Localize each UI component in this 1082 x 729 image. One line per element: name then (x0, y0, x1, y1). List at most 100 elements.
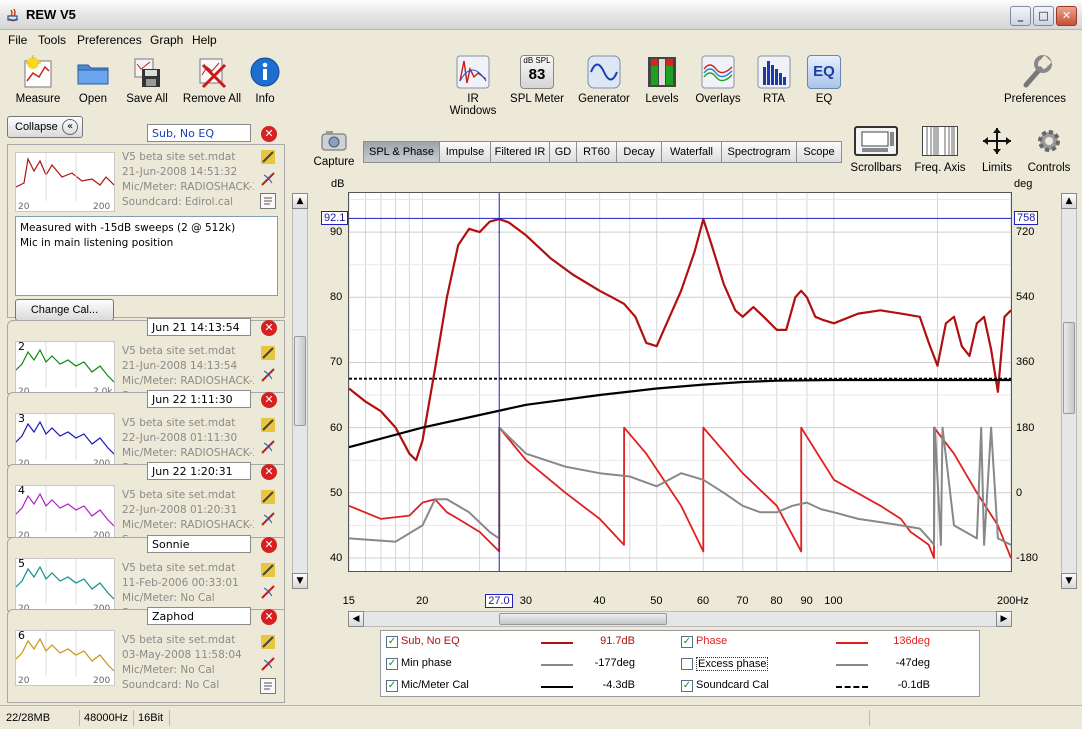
measurement-2-pencil-icon[interactable] (260, 367, 276, 383)
folder-icon (76, 55, 110, 89)
levels-button[interactable]: Levels (640, 55, 684, 105)
measurement-2-remove-icon[interactable]: ✕ (261, 320, 277, 336)
measurement-5-pencil-icon[interactable] (260, 584, 276, 600)
measurement-4-name-field[interactable]: Jun 22 1:20:31 (147, 462, 251, 480)
measurement-5-name-field[interactable]: Sonnie (147, 535, 251, 553)
menu-file[interactable]: File (8, 33, 27, 47)
legend-mic-meter-cal-checkbox[interactable]: ✓ (386, 680, 398, 692)
legend-soundcard-cal-name[interactable]: Soundcard Cal (696, 679, 769, 691)
tab-impulse[interactable]: Impulse (439, 141, 491, 163)
measurement-4-pencil-icon[interactable] (260, 511, 276, 527)
scrollbars-button[interactable]: Scrollbars (848, 126, 904, 174)
measurements-scroll-down[interactable]: ▼ (292, 573, 308, 589)
tab-gd[interactable]: GD (549, 141, 577, 163)
measurement-2-name-field[interactable]: Jun 21 14:13:54 (147, 318, 251, 336)
measurement-1-name-field[interactable]: Sub, No EQ (147, 124, 251, 142)
graph-scroll-left[interactable]: ◀ (348, 611, 364, 627)
measurements-scroll-up[interactable]: ▲ (292, 193, 308, 209)
legend-phase-checkbox[interactable]: ✓ (681, 636, 693, 648)
generator-button[interactable]: Generator (576, 55, 632, 105)
graph-vscroll-thumb[interactable] (1063, 322, 1075, 414)
rta-button[interactable]: RTA (755, 55, 793, 105)
menu-tools[interactable]: Tools (38, 33, 66, 47)
measurement-5-remove-icon[interactable]: ✕ (261, 537, 277, 553)
measurement-3-remove-icon[interactable]: ✕ (261, 392, 277, 408)
measurement-1-pencil-icon[interactable] (260, 171, 276, 187)
gear-icon (1034, 126, 1064, 156)
legend-min-phase-name[interactable]: Min phase (401, 657, 452, 669)
ir-windows-button[interactable]: IR Windows (444, 55, 502, 117)
measurement-3-color-icon[interactable] (260, 417, 276, 433)
measurement-1-panel[interactable]: Sub, No EQ ✕ 20 200 V5 beta site set.mda… (7, 124, 285, 321)
close-window-button[interactable]: ✕ (1056, 6, 1077, 26)
tab-filtered-ir[interactable]: Filtered IR (490, 141, 550, 163)
graph-scroll-up[interactable]: ▲ (1061, 193, 1077, 209)
measurement-5-panel[interactable]: Sonnie ✕ 520200 V5 beta site set.mdat 11-Feb… (7, 535, 285, 619)
measurement-6-notes-icon[interactable] (260, 678, 276, 694)
measurements-scrollbar[interactable]: ▲ ▼ (292, 193, 308, 589)
spl-meter-button[interactable]: dB SPL 83 SPL Meter (510, 55, 564, 105)
open-button[interactable]: Open (72, 55, 114, 105)
save-all-button[interactable]: Save All (124, 55, 170, 105)
maximize-button[interactable]: □ (1033, 6, 1054, 26)
legend-sub-no-eq-name[interactable]: Sub, No EQ (401, 635, 460, 647)
measurement-6-panel[interactable]: Zaphod ✕ 6 20 200 V5 beta site set.mdat 03-May… (7, 607, 285, 703)
menu-preferences[interactable]: Preferences (77, 33, 142, 47)
eq-button[interactable]: EQ EQ (806, 55, 842, 105)
remove-all-button[interactable]: Remove All (182, 55, 242, 105)
measurement-4-color-icon[interactable] (260, 489, 276, 505)
overlays-button[interactable]: Overlays (694, 55, 742, 105)
measurement-2-panel[interactable]: Jun 21 14:13:54 ✕ 2202.0k V5 beta site set.… (7, 318, 285, 402)
measurement-3-pencil-icon[interactable] (260, 439, 276, 455)
legend-sub-no-eq-checkbox[interactable]: ✓ (386, 636, 398, 648)
graph-scroll-down[interactable]: ▼ (1061, 573, 1077, 589)
change-cal-button[interactable]: Change Cal... (15, 299, 114, 321)
controls-button[interactable]: Controls (1024, 126, 1074, 174)
legend-soundcard-cal-checkbox[interactable]: ✓ (681, 680, 693, 692)
tab-scope[interactable]: Scope (796, 141, 842, 163)
status-memory: 22/28MB (2, 710, 80, 726)
collapse-button[interactable]: Collapse « (7, 116, 83, 138)
info-button[interactable]: Info (248, 55, 282, 105)
legend-phase-name[interactable]: Phase (696, 635, 727, 647)
tab-waterfall[interactable]: Waterfall (661, 141, 722, 163)
freq-axis-button[interactable]: Freq. Axis (912, 126, 968, 174)
measurement-3-name-field[interactable]: Jun 22 1:11:30 (147, 390, 251, 408)
graph-vertical-scrollbar[interactable]: ▲ ▼ (1061, 193, 1077, 589)
measure-button[interactable]: Measure (14, 55, 62, 105)
measurement-5-color-icon[interactable] (260, 562, 276, 578)
legend-excess-phase-checkbox[interactable] (681, 658, 693, 670)
measurement-2-color-icon[interactable] (260, 345, 276, 361)
measurement-4-remove-icon[interactable]: ✕ (261, 464, 277, 480)
measurement-6-remove-icon[interactable]: ✕ (261, 609, 277, 625)
preferences-button[interactable]: Preferences (1002, 55, 1068, 105)
tab-decay[interactable]: Decay (616, 141, 662, 163)
menu-graph[interactable]: Graph (150, 33, 183, 47)
tab-rt60[interactable]: RT60 (576, 141, 617, 163)
tab-spl-phase[interactable]: SPL & Phase (363, 141, 440, 163)
measurement-3-thumbnail: 320200 (15, 412, 115, 469)
measurement-1-color-icon[interactable] (260, 149, 276, 165)
graph-hscroll-thumb[interactable] (499, 613, 667, 625)
spl-phase-graph[interactable] (348, 192, 1012, 572)
measurement-6-color-icon[interactable] (260, 634, 276, 650)
measurement-2-number: 2 (18, 340, 25, 353)
legend-min-phase-checkbox[interactable]: ✓ (386, 658, 398, 670)
legend-mic-meter-cal-name[interactable]: Mic/Meter Cal (401, 679, 469, 691)
tab-spectrogram[interactable]: Spectrogram (721, 141, 797, 163)
measurement-1-notes[interactable]: Measured with -15dB sweeps (2 @ 512k) Mi… (15, 216, 278, 296)
minimize-button[interactable]: _ (1010, 6, 1031, 26)
measurement-6-name-field[interactable]: Zaphod (147, 607, 251, 625)
legend-excess-phase-name[interactable]: Excess phase (696, 657, 769, 671)
measurement-1-notes-icon[interactable] (260, 193, 276, 209)
measurement-6-pencil-icon[interactable] (260, 656, 276, 672)
limits-button[interactable]: Limits (974, 126, 1020, 174)
measurement-1-remove-icon[interactable]: ✕ (261, 126, 277, 142)
measurement-3-panel[interactable]: Jun 22 1:11:30 ✕ 320200 V5 beta site set.md… (7, 390, 285, 474)
capture-button[interactable]: Capture (313, 128, 355, 168)
graph-scroll-right[interactable]: ▶ (996, 611, 1012, 627)
graph-horizontal-scrollbar[interactable]: ◀ ▶ (348, 611, 1012, 627)
menu-help[interactable]: Help (192, 33, 217, 47)
measurements-scroll-thumb[interactable] (294, 336, 306, 426)
measurement-4-panel[interactable]: Jun 22 1:20:31 ✕ 4 20 200 V5 beta site set.md… (7, 462, 285, 546)
